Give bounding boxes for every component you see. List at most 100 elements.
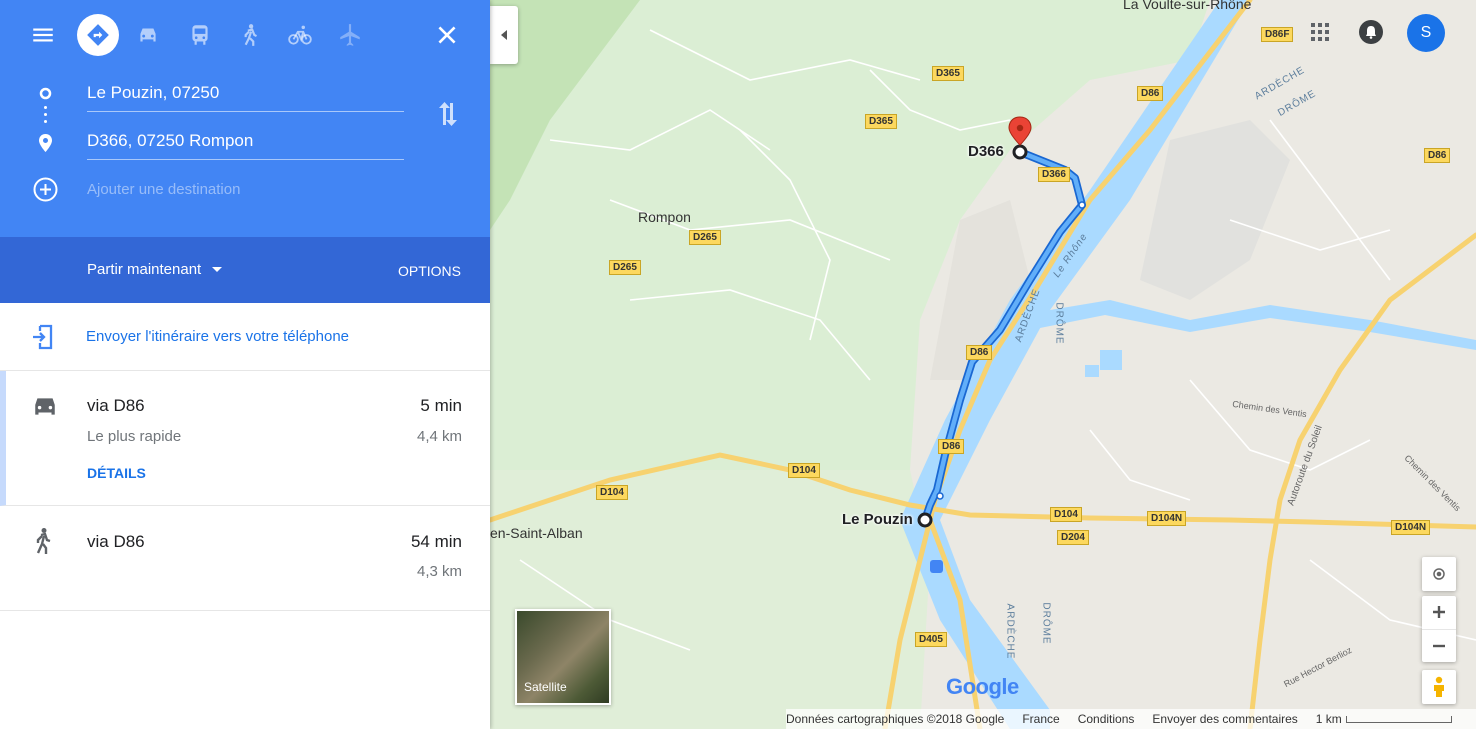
map-footer: Données cartographiques ©2018 Google Fra… bbox=[786, 709, 1476, 729]
route-dot bbox=[44, 113, 47, 116]
satellite-label: Satellite bbox=[524, 680, 567, 694]
car-icon bbox=[35, 398, 55, 415]
zoom-in-button[interactable] bbox=[1422, 596, 1456, 630]
menu-icon[interactable] bbox=[22, 14, 64, 56]
close-icon bbox=[438, 26, 456, 44]
route-time: 5 min bbox=[420, 396, 462, 415]
scale-bar[interactable]: 1 km bbox=[1316, 712, 1452, 726]
place-label: La Voulte-sur-Rhône bbox=[1123, 0, 1252, 12]
region-label: DRÔME bbox=[1040, 602, 1052, 645]
road-shield: D86F bbox=[1261, 27, 1294, 42]
road-shield: D104 bbox=[1050, 507, 1082, 522]
road-shield: D365 bbox=[865, 114, 897, 129]
add-destination-field[interactable]: Ajouter une destination bbox=[87, 181, 240, 198]
map-base bbox=[490, 0, 1476, 729]
options-button[interactable]: OPTIONS bbox=[398, 263, 461, 279]
directions-icon bbox=[87, 24, 109, 46]
pegman-icon bbox=[1434, 676, 1444, 697]
send-to-phone-icon bbox=[33, 324, 53, 350]
location-target-icon bbox=[1433, 568, 1445, 580]
route-distance: 4,4 km bbox=[416, 428, 462, 445]
chevron-left-icon bbox=[501, 30, 507, 40]
road-shield: D104 bbox=[788, 463, 820, 478]
car-mode-button[interactable] bbox=[127, 14, 169, 56]
details-button[interactable]: DÉTAILS bbox=[87, 465, 146, 481]
region-label: DRÔME bbox=[1053, 302, 1065, 345]
plus-icon bbox=[1433, 606, 1445, 619]
origin-circle-icon bbox=[39, 87, 52, 100]
country-link[interactable]: France bbox=[1022, 712, 1059, 726]
apps-grid-icon[interactable] bbox=[1308, 20, 1332, 44]
satellite-toggle[interactable]: Satellite bbox=[515, 609, 611, 705]
train-station-icon[interactable] bbox=[930, 560, 943, 573]
map-canvas[interactable]: La Voulte-sur-Rhône Rompon D366 Le Pouzi… bbox=[490, 0, 1476, 729]
destination-label: D366 bbox=[968, 143, 1004, 160]
feedback-link[interactable]: Envoyer des commentaires bbox=[1152, 712, 1297, 726]
minus-icon bbox=[1433, 644, 1445, 647]
route-distance: 4,3 km bbox=[416, 563, 462, 580]
walk-icon bbox=[36, 528, 51, 554]
my-location-button[interactable] bbox=[1422, 557, 1456, 591]
road-shield: D104N bbox=[1147, 511, 1187, 526]
send-to-phone-link: Envoyer l'itinéraire vers votre téléphon… bbox=[86, 328, 349, 345]
map-data-credit: Données cartographiques ©2018 Google bbox=[786, 712, 1005, 726]
add-destination-icon[interactable] bbox=[32, 176, 59, 203]
route-option-walk[interactable]: via D86 54 min 4,3 km bbox=[0, 507, 490, 611]
route-via: via D86 bbox=[87, 532, 145, 551]
street-view-pegman[interactable] bbox=[1422, 670, 1456, 704]
flight-mode-button[interactable] bbox=[329, 14, 371, 56]
road-shield: D86 bbox=[1424, 148, 1451, 163]
road-shield: D204 bbox=[1057, 530, 1089, 545]
route-subtitle: Le plus rapide bbox=[87, 428, 182, 445]
depart-bar: Partir maintenant OPTIONS bbox=[0, 237, 490, 303]
road-shield: D86 bbox=[966, 345, 993, 360]
collapse-panel-button[interactable] bbox=[490, 6, 518, 64]
directions-header: Le Pouzin, 07250 D366, 07250 Rompon Ajou… bbox=[0, 0, 490, 237]
road-shield: D265 bbox=[689, 230, 721, 245]
depart-time-label: Partir maintenant bbox=[87, 261, 202, 278]
bike-icon bbox=[288, 25, 312, 45]
directions-panel: Le Pouzin, 07250 D366, 07250 Rompon Ajou… bbox=[0, 0, 490, 729]
place-label: en-Saint-Alban bbox=[490, 525, 583, 541]
swap-icon[interactable] bbox=[436, 101, 460, 127]
route-time: 54 min bbox=[410, 532, 462, 551]
scale-line bbox=[1345, 715, 1452, 723]
scale-label: 1 km bbox=[1315, 712, 1342, 726]
walk-icon bbox=[244, 24, 257, 46]
place-label: Rompon bbox=[638, 209, 691, 225]
origin-label: Le Pouzin bbox=[842, 511, 913, 528]
destination-input[interactable]: D366, 07250 Rompon bbox=[87, 131, 404, 160]
close-directions-button[interactable] bbox=[426, 14, 468, 56]
route-via: via D86 bbox=[87, 396, 145, 415]
zoom-out-button[interactable] bbox=[1422, 630, 1456, 663]
flight-icon bbox=[340, 24, 360, 46]
road-shield: D86 bbox=[1137, 86, 1164, 101]
origin-input[interactable]: Le Pouzin, 07250 bbox=[87, 83, 404, 112]
zoom-controls bbox=[1422, 596, 1456, 662]
region-label: ARDÈCHE bbox=[1004, 603, 1016, 660]
road-shield: D104 bbox=[596, 485, 628, 500]
google-logo: Google bbox=[946, 674, 1019, 700]
chevron-down-icon bbox=[212, 266, 223, 272]
account-avatar[interactable]: S bbox=[1407, 14, 1445, 52]
transit-mode-button[interactable] bbox=[179, 14, 221, 56]
depart-time-dropdown[interactable]: Partir maintenant bbox=[87, 261, 223, 278]
bike-mode-button[interactable] bbox=[279, 14, 321, 56]
road-shield: D366 bbox=[1038, 167, 1070, 182]
notifications-icon[interactable] bbox=[1358, 19, 1384, 45]
walk-mode-button[interactable] bbox=[229, 14, 271, 56]
destination-pin-icon bbox=[39, 134, 52, 152]
car-icon bbox=[140, 28, 156, 42]
route-dot bbox=[44, 120, 47, 123]
route-option-car[interactable]: via D86 5 min Le plus rapide 4,4 km DÉTA… bbox=[0, 371, 490, 506]
road-shield: D104N bbox=[1391, 520, 1431, 535]
road-shield: D365 bbox=[932, 66, 964, 81]
route-dot bbox=[44, 106, 47, 109]
send-to-phone-row[interactable]: Envoyer l'itinéraire vers votre téléphon… bbox=[0, 303, 490, 371]
google-logo-text: Google bbox=[946, 674, 1019, 699]
road-shield: D405 bbox=[915, 632, 947, 647]
conditions-link[interactable]: Conditions bbox=[1078, 712, 1135, 726]
directions-mode-button[interactable] bbox=[77, 14, 119, 56]
transit-icon bbox=[192, 25, 208, 45]
road-shield: D265 bbox=[609, 260, 641, 275]
